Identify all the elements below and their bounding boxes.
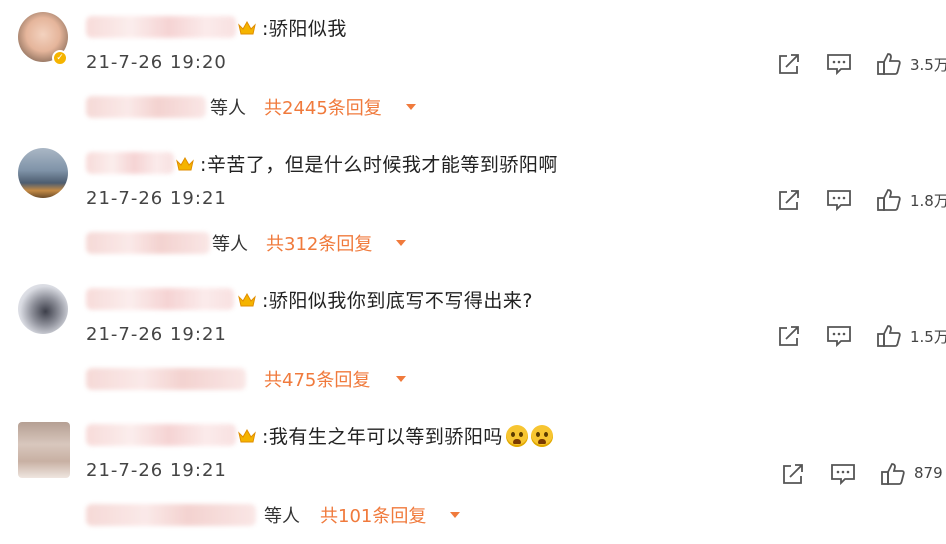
like-count: 1.8万 [910, 192, 946, 210]
username-redacted[interactable] [86, 424, 236, 446]
comment-actions: 879 [780, 460, 946, 490]
reply-users-redacted [86, 504, 256, 526]
comment-item: :我有生之年可以等到骄阳吗 21-7-26 19:21 879 等人 共101条… [0, 408, 946, 544]
username-redacted[interactable] [86, 288, 234, 310]
comment-text-content: :我有生之年可以等到骄阳吗 [262, 426, 503, 448]
comment-icon[interactable] [830, 462, 856, 486]
thumbs-up-icon[interactable] [876, 188, 902, 212]
comment-actions: 3.5万 [776, 50, 946, 80]
crown-icon [238, 20, 256, 35]
reply-users-redacted [86, 368, 246, 390]
reply-count-link[interactable]: 共101条回复 [320, 502, 426, 528]
thumbs-up-icon[interactable] [876, 52, 902, 76]
caret-down-icon[interactable] [406, 104, 416, 110]
comment-text: :我有生之年可以等到骄阳吗 [262, 422, 553, 449]
thumbs-up-icon[interactable] [876, 324, 902, 348]
comment-actions: 1.5万 [776, 322, 946, 352]
comment-icon[interactable] [826, 188, 852, 212]
crying-face-emoji-icon [505, 425, 528, 447]
share-icon[interactable] [776, 188, 802, 212]
comment-icon[interactable] [826, 324, 852, 348]
comment-icon[interactable] [826, 52, 852, 76]
reply-people-label: 等人 [264, 506, 300, 527]
username-redacted[interactable] [86, 152, 174, 174]
reply-users-redacted [86, 96, 206, 118]
caret-down-icon[interactable] [396, 376, 406, 382]
crying-face-emoji-icon [530, 425, 553, 447]
reply-users-redacted [86, 232, 210, 254]
crown-icon [238, 428, 256, 443]
reply-count-link[interactable]: 共475条回复 [264, 366, 370, 392]
comment-time: 21-7-26 19:21 [86, 460, 227, 481]
reply-people-label: 等人 [212, 234, 248, 255]
caret-down-icon[interactable] [396, 240, 406, 246]
avatar[interactable] [18, 148, 68, 198]
share-icon[interactable] [776, 52, 802, 76]
crown-icon [238, 292, 256, 307]
comment-time: 21-7-26 19:21 [86, 188, 227, 209]
avatar[interactable] [18, 422, 70, 478]
comment-time: 21-7-26 19:21 [86, 324, 227, 345]
comment-text: :骄阳似我 [262, 18, 347, 40]
share-icon[interactable] [780, 462, 806, 486]
thumbs-up-icon[interactable] [880, 462, 906, 486]
avatar[interactable] [18, 284, 68, 334]
like-count: 879 [914, 464, 943, 482]
like-count: 1.5万 [910, 328, 946, 346]
like-count: 3.5万 [910, 56, 946, 74]
crown-icon [176, 156, 194, 171]
comment-item: ✓ :骄阳似我 21-7-26 19:20 3.5万 等人 共2445条回复 [0, 0, 946, 136]
username-redacted[interactable] [86, 16, 236, 38]
comment-item: :辛苦了，但是什么时候我才能等到骄阳啊 21-7-26 19:21 1.8万 等… [0, 136, 946, 272]
caret-down-icon[interactable] [450, 512, 460, 518]
comment-item: :骄阳似我你到底写不写得出来? 21-7-26 19:21 1.5万 共475条… [0, 272, 946, 408]
reply-count-link[interactable]: 共312条回复 [266, 230, 372, 256]
verified-badge-icon: ✓ [52, 50, 68, 66]
reply-count-link[interactable]: 共2445条回复 [264, 94, 382, 120]
comment-time: 21-7-26 19:20 [86, 52, 227, 73]
comment-text: :辛苦了，但是什么时候我才能等到骄阳啊 [200, 154, 558, 176]
share-icon[interactable] [776, 324, 802, 348]
comment-actions: 1.8万 [776, 186, 946, 216]
comment-text: :骄阳似我你到底写不写得出来? [262, 290, 533, 312]
reply-people-label: 等人 [210, 98, 246, 119]
